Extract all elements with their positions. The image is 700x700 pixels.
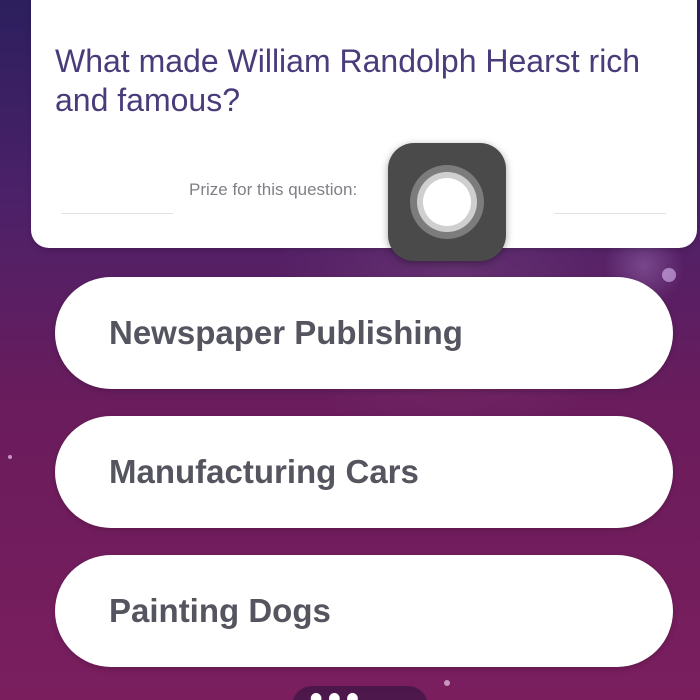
answer-label: Manufacturing Cars xyxy=(109,453,419,490)
prize-divider xyxy=(61,213,666,215)
answer-button-2[interactable]: Manufacturing Cars xyxy=(55,416,673,528)
assistive-touch-icon xyxy=(410,165,484,239)
divider-line-right xyxy=(554,213,666,214)
assistive-touch-ring xyxy=(417,172,477,232)
sparkle-decoration xyxy=(444,680,450,686)
question-card: What made William Randolph Hearst rich a… xyxy=(31,0,697,248)
divider-line-left xyxy=(61,213,173,214)
sparkle-decoration xyxy=(8,455,12,459)
sparkle-decoration xyxy=(662,268,676,282)
answer-label: Newspaper Publishing xyxy=(109,314,463,351)
answer-label: Painting Dogs xyxy=(109,592,331,629)
question-text: What made William Randolph Hearst rich a… xyxy=(55,43,641,118)
assistive-touch-button[interactable] xyxy=(388,143,506,261)
assistive-touch-core xyxy=(423,178,471,226)
answer-button-3[interactable]: Painting Dogs xyxy=(55,555,673,667)
toolbar-dots-icon: ●●● xyxy=(310,690,365,700)
quiz-screen: What made William Randolph Hearst rich a… xyxy=(0,0,700,700)
prize-label: Prize for this question: xyxy=(189,180,358,199)
bottom-toolbar-partial[interactable]: ●●● xyxy=(292,686,428,700)
answer-button-1[interactable]: Newspaper Publishing xyxy=(55,277,673,389)
